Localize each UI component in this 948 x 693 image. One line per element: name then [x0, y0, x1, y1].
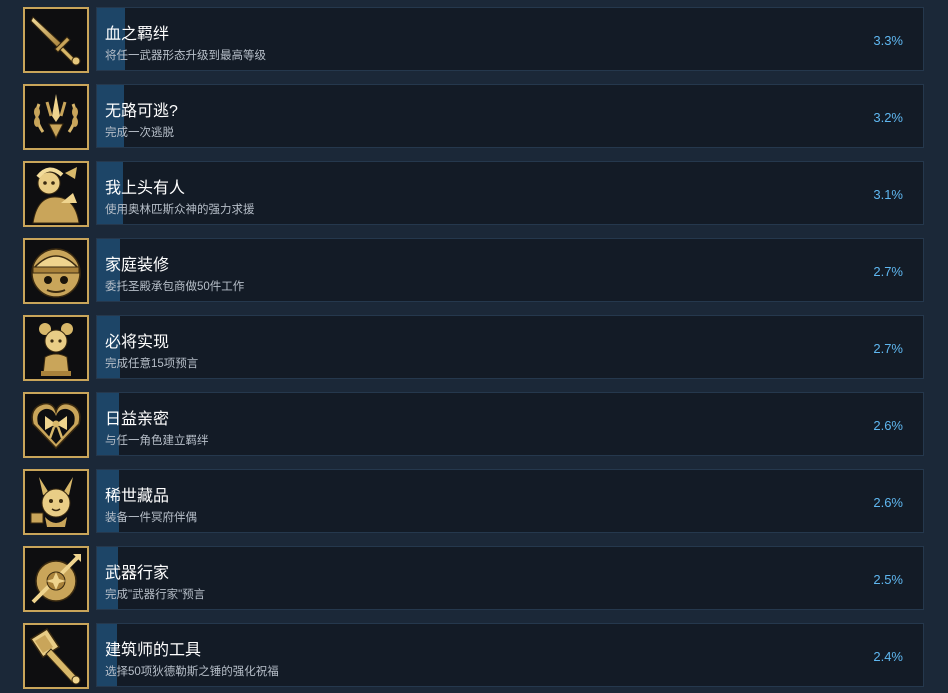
contractor-helmet-icon — [23, 238, 89, 304]
achievement-row: 建筑师的工具 选择50项狄德勒斯之锤的强化祝福 2.4% — [0, 623, 948, 689]
achievement-row: 我上头有人 使用奥林匹斯众神的强力求援 3.1% — [0, 161, 948, 227]
unlock-percentage: 2.7% — [873, 264, 903, 279]
companion-plush-icon — [23, 469, 89, 535]
achievement-card[interactable]: 武器行家 完成"武器行家"预言 2.5% — [96, 546, 924, 610]
achievement-title: 无路可逃? — [105, 103, 178, 120]
achievement-card[interactable]: 建筑师的工具 选择50项狄德勒斯之锤的强化祝福 2.4% — [96, 623, 924, 687]
achievement-row: 必将实现 完成任意15项预言 2.7% — [0, 315, 948, 381]
achievement-title: 家庭装修 — [105, 257, 170, 274]
achievement-description: 装备一件冥府伴偶 — [105, 512, 197, 524]
achievement-title: 稀世藏品 — [105, 488, 170, 505]
achievement-row: 血之羁绊 将任一武器形态升级到最高等级 3.3% — [0, 7, 948, 73]
unlock-percentage: 2.5% — [873, 572, 903, 587]
achievement-row: 武器行家 完成"武器行家"预言 2.5% — [0, 546, 948, 612]
laurel-emblem-icon — [23, 84, 89, 150]
unlock-percentage: 3.2% — [873, 110, 903, 125]
achievement-description: 选择50项狄德勒斯之锤的强化祝福 — [105, 666, 279, 678]
unlock-percentage: 2.6% — [873, 495, 903, 510]
achievement-title: 武器行家 — [105, 565, 170, 582]
achievement-card[interactable]: 无路可逃? 完成一次逃脱 3.2% — [96, 84, 924, 148]
achievement-card[interactable]: 必将实现 完成任意15项预言 2.7% — [96, 315, 924, 379]
fates-bust-icon — [23, 315, 89, 381]
achievement-description: 完成任意15项预言 — [105, 358, 199, 370]
unlock-percentage: 3.3% — [873, 33, 903, 48]
achievement-title: 日益亲密 — [105, 411, 170, 428]
achievement-row: 家庭装修 委托圣殿承包商做50件工作 2.7% — [0, 238, 948, 304]
unlock-percentage: 2.4% — [873, 649, 903, 664]
achievement-row: 无路可逃? 完成一次逃脱 3.2% — [0, 84, 948, 150]
unlock-percentage: 3.1% — [873, 187, 903, 202]
sword-icon — [23, 7, 89, 73]
gods-portrait-icon — [23, 161, 89, 227]
achievement-card[interactable]: 我上头有人 使用奥林匹斯众神的强力求援 3.1% — [96, 161, 924, 225]
achievement-title: 建筑师的工具 — [105, 642, 202, 659]
achievement-list: 血之羁绊 将任一武器形态升级到最高等级 3.3% 无路可逃? 完成一次逃脱 3.… — [0, 0, 948, 693]
achievement-card[interactable]: 日益亲密 与任一角色建立羁绊 2.6% — [96, 392, 924, 456]
achievement-description: 完成一次逃脱 — [105, 127, 174, 139]
achievement-card[interactable]: 稀世藏品 装备一件冥府伴偶 2.6% — [96, 469, 924, 533]
achievement-description: 将任一武器形态升级到最高等级 — [105, 50, 266, 62]
achievement-title: 必将实现 — [105, 334, 170, 351]
achievement-description: 使用奥林匹斯众神的强力求援 — [105, 204, 255, 216]
achievement-row: 日益亲密 与任一角色建立羁绊 2.6% — [0, 392, 948, 458]
achievement-description: 委托圣殿承包商做50件工作 — [105, 281, 245, 293]
achievement-card[interactable]: 血之羁绊 将任一武器形态升级到最高等级 3.3% — [96, 7, 924, 71]
achievement-title: 血之羁绊 — [105, 26, 170, 43]
achievement-title: 我上头有人 — [105, 180, 186, 197]
heart-bow-icon — [23, 392, 89, 458]
weapon-aspects-icon — [23, 546, 89, 612]
achievement-description: 与任一角色建立羁绊 — [105, 435, 209, 447]
hammer-icon — [23, 623, 89, 689]
achievement-description: 完成"武器行家"预言 — [105, 589, 206, 601]
achievement-row: 稀世藏品 装备一件冥府伴偶 2.6% — [0, 469, 948, 535]
unlock-percentage: 2.7% — [873, 341, 903, 356]
achievement-card[interactable]: 家庭装修 委托圣殿承包商做50件工作 2.7% — [96, 238, 924, 302]
unlock-percentage: 2.6% — [873, 418, 903, 433]
